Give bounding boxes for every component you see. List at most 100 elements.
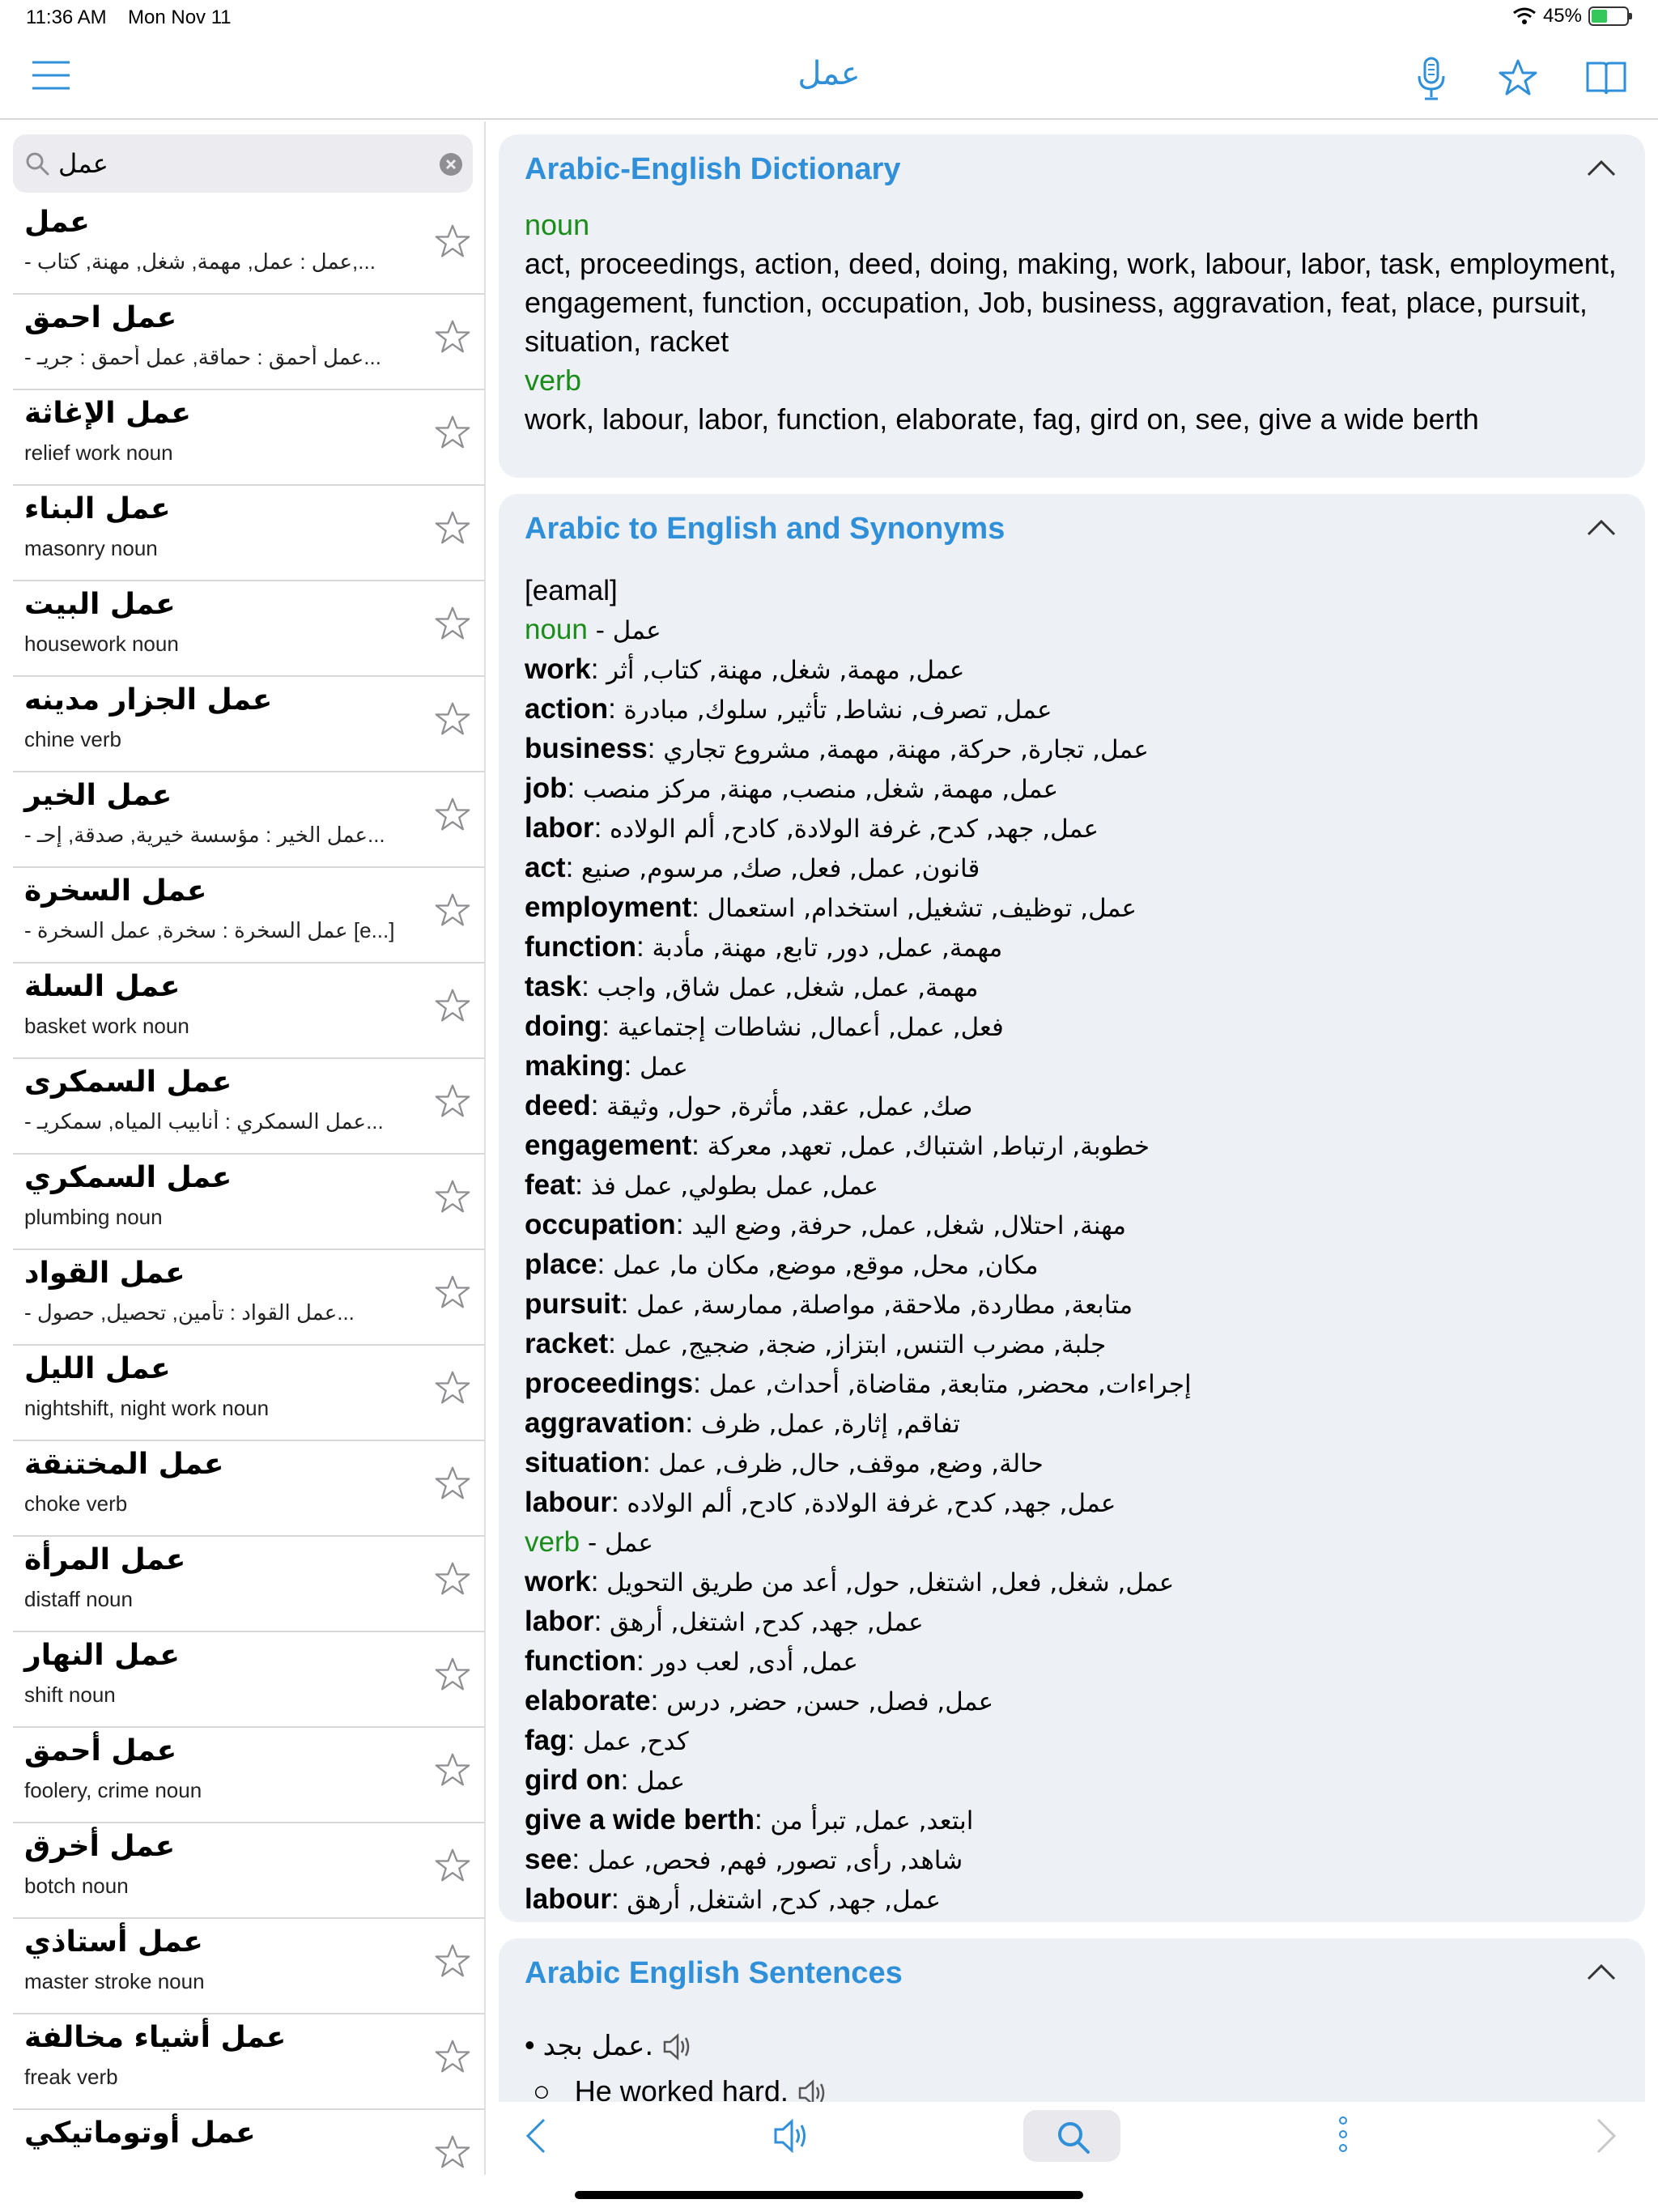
speaker-icon[interactable] (661, 2032, 694, 2061)
star-icon[interactable] (434, 1370, 471, 1406)
result-row[interactable]: عمل احمق - عمل أحمق : حماقة, عمل أحمق : ج… (13, 295, 484, 390)
synonym-term[interactable]: fag (525, 1725, 568, 1756)
result-title: عمل المختنقة (24, 1448, 224, 1481)
synonym-term[interactable]: occupation (525, 1209, 676, 1240)
synonym-term[interactable]: engagement (525, 1129, 691, 1161)
result-subtitle: master stroke noun (24, 1969, 205, 1993)
star-icon[interactable] (434, 606, 471, 641)
result-row[interactable]: عمل الليل nightshift, night work noun (13, 1346, 484, 1441)
result-row[interactable]: عمل الخير - عمل الخير : مؤسسة خيرية, صدقة… (13, 772, 484, 868)
synonym-term[interactable]: situation (525, 1447, 643, 1478)
synonym-term[interactable]: feat (525, 1169, 575, 1201)
synonym-term[interactable]: labor (525, 1606, 594, 1637)
favorite-star-icon[interactable] (1498, 58, 1538, 97)
star-icon[interactable] (434, 319, 471, 355)
chevron-up-icon[interactable] (1587, 159, 1616, 177)
synonym-term[interactable]: action (525, 693, 608, 725)
synonym-term[interactable]: doing (525, 1010, 602, 1042)
result-row[interactable]: عمل النهار shift noun (13, 1632, 484, 1728)
chevron-left-icon[interactable] (525, 2116, 547, 2155)
star-icon[interactable] (434, 510, 471, 546)
synonym-term[interactable]: work (525, 653, 591, 685)
synonym-term[interactable]: racket (525, 1328, 608, 1359)
sentences-card-header[interactable]: Arabic English Sentences (512, 1938, 1632, 2010)
result-row[interactable]: عمل السخرة - عمل السخرة : سخرة, عمل السخر… (13, 868, 484, 963)
star-icon[interactable] (434, 1657, 471, 1692)
star-icon[interactable] (434, 1561, 471, 1597)
search-button[interactable] (1023, 2110, 1120, 2162)
synonym-term[interactable]: labour (525, 1487, 611, 1518)
star-icon[interactable] (434, 701, 471, 737)
result-row[interactable]: عمل المرأة distaff noun (13, 1537, 484, 1632)
star-icon[interactable] (434, 892, 471, 928)
result-row[interactable]: عمل أخرق botch noun (13, 1823, 484, 1919)
more-vertical-icon[interactable] (1337, 2115, 1349, 2154)
result-row[interactable]: عمل السمكري plumbing noun (13, 1155, 484, 1250)
book-icon[interactable] (1585, 60, 1627, 96)
star-icon[interactable] (434, 988, 471, 1023)
synonym-term[interactable]: labour (525, 1883, 611, 1915)
result-row[interactable]: عمل أوتوماتيكي (13, 2110, 484, 2175)
synonym-term[interactable]: deed (525, 1090, 591, 1121)
result-row[interactable]: عمل - عمل : عمل, مهمة, شغل, مهنة, كتاب,..… (13, 199, 484, 295)
synonym-term[interactable]: labor (525, 812, 594, 844)
synonym-term[interactable]: pursuit (525, 1288, 621, 1320)
synonym-term[interactable]: gird on (525, 1764, 621, 1796)
star-icon[interactable] (434, 415, 471, 450)
star-icon[interactable] (434, 223, 471, 259)
speaker-icon[interactable] (797, 2078, 829, 2102)
clear-search-icon[interactable] (439, 152, 463, 177)
result-title: عمل السلة (24, 970, 181, 1003)
result-row[interactable]: عمل الجزار مدينه chine verb (13, 677, 484, 772)
synonyms-card-header[interactable]: Arabic to English and Synonyms (512, 494, 1632, 565)
result-row[interactable]: عمل أستاذي master stroke noun (13, 1919, 484, 2014)
speaker-icon[interactable] (772, 2118, 811, 2154)
result-row[interactable]: عمل أحمق foolery, crime noun (13, 1728, 484, 1823)
synonym-term[interactable]: see (525, 1844, 572, 1875)
synonym-term[interactable]: proceedings (525, 1368, 693, 1399)
result-row[interactable]: عمل الإغاثة relief work noun (13, 390, 484, 486)
synonym-term[interactable]: place (525, 1249, 597, 1280)
synonym-entry: labor: عمل, جهد, كدح, اشتغل, أرهق (525, 1606, 924, 1637)
chevron-up-icon[interactable] (1587, 1963, 1616, 1980)
chevron-up-icon[interactable] (1587, 518, 1616, 536)
result-title: عمل الجزار مدينه (24, 683, 273, 717)
search-bar[interactable] (13, 134, 473, 193)
result-row[interactable]: عمل البيت housework noun (13, 581, 484, 677)
result-row[interactable]: عمل المختنقة choke verb (13, 1441, 484, 1537)
result-subtitle: - عمل القواد : تأمين, تحصيل, حصول... (24, 1300, 355, 1325)
synonym-term[interactable]: business (525, 733, 648, 764)
synonym-term[interactable]: function (525, 931, 636, 963)
synonym-term[interactable]: job (525, 772, 567, 804)
synonym-term[interactable]: act (525, 852, 566, 883)
star-icon[interactable] (434, 797, 471, 832)
synonym-term[interactable]: work (525, 1566, 591, 1597)
search-input[interactable] (58, 141, 414, 186)
synonym-term[interactable]: function (525, 1645, 636, 1677)
synonym-term[interactable]: employment (525, 891, 691, 923)
battery-percent: 45% (1542, 5, 1582, 27)
star-icon[interactable] (434, 2134, 471, 2170)
result-row[interactable]: عمل السمكرى - عمل السمكري : أنابيب المياه… (13, 1059, 484, 1155)
synonym-term[interactable]: elaborate (525, 1685, 651, 1716)
result-row[interactable]: عمل أشياء مخالفة freak verb (13, 2014, 484, 2110)
star-icon[interactable] (434, 1179, 471, 1214)
synonym-term[interactable]: give a wide berth (525, 1804, 755, 1836)
star-icon[interactable] (434, 2039, 471, 2074)
synonym-entry: employment: عمل, توظيف, تشغيل, استخدام, … (525, 891, 1137, 923)
microphone-icon[interactable] (1415, 57, 1448, 102)
star-icon[interactable] (434, 1274, 471, 1310)
star-icon[interactable] (434, 1752, 471, 1788)
star-icon[interactable] (434, 1465, 471, 1501)
chevron-right-icon[interactable] (1595, 2116, 1618, 2155)
synonym-term[interactable]: task (525, 971, 581, 1002)
star-icon[interactable] (434, 1083, 471, 1119)
star-icon[interactable] (434, 1848, 471, 1883)
result-row[interactable]: عمل القواد - عمل القواد : تأمين, تحصيل, ح… (13, 1250, 484, 1346)
result-row[interactable]: عمل البناء masonry noun (13, 486, 484, 581)
synonym-term[interactable]: aggravation (525, 1407, 685, 1439)
star-icon[interactable] (434, 1943, 471, 1979)
dictionary-card-header[interactable]: Arabic-English Dictionary (512, 134, 1632, 206)
synonym-term[interactable]: making (525, 1050, 624, 1082)
result-row[interactable]: عمل السلة basket work noun (13, 963, 484, 1059)
